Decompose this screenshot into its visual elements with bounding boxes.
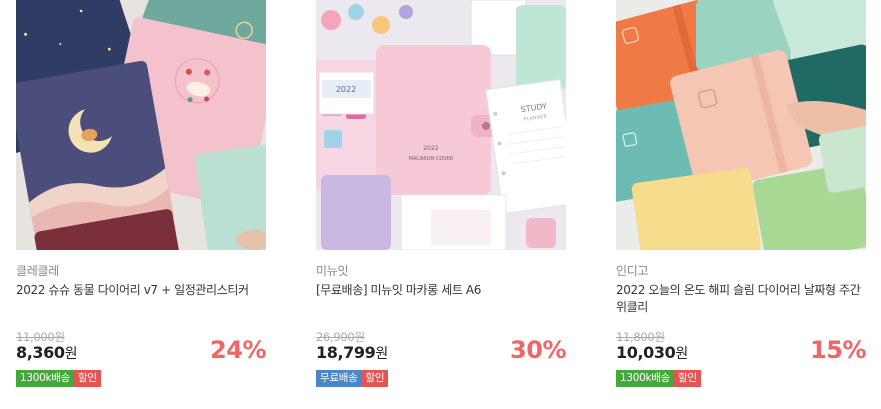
product-card[interactable]: 클레클레 2022 슈슈 동물 다이어리 v7 + 일정관리스티커 11,000… xyxy=(16,0,266,409)
free-shipping-badge: 무료배송 xyxy=(316,370,362,387)
product-card[interactable]: 2022 2022 MACARON COVER STUDY PLANNER 미뉴… xyxy=(316,0,566,409)
discount-rate: 24% xyxy=(210,336,266,364)
brand-name[interactable]: 클레클레 xyxy=(16,262,59,279)
currency-unit: 원 xyxy=(64,346,78,362)
brand-name[interactable]: 인디고 xyxy=(616,262,649,279)
product-title[interactable]: [무료배송] 미뉴잇 마카롱 세트 A6 xyxy=(316,282,568,299)
currency-unit: 원 xyxy=(675,346,688,362)
product-title[interactable]: 2022 오늘의 온도 해피 슬림 다이어리 날짜형 주간 위클리 xyxy=(616,282,868,316)
discount-badge: 할인 xyxy=(674,370,701,387)
sale-price: 18,799원 xyxy=(316,343,388,363)
badge-group: 1300k배송 할인 xyxy=(616,370,701,387)
shipping-badge: 1300k배송 xyxy=(616,370,675,387)
currency-unit: 원 xyxy=(375,346,388,362)
discount-rate: 30% xyxy=(510,336,566,364)
discount-rate: 15% xyxy=(810,336,866,364)
shipping-badge: 1300k배송 xyxy=(16,370,75,387)
product-title[interactable]: 2022 슈슈 동물 다이어리 v7 + 일정관리스티커 xyxy=(16,282,268,299)
price-value: 10,030 xyxy=(616,343,676,362)
sale-price: 8,360원 xyxy=(16,343,78,363)
price-value: 18,799 xyxy=(316,343,376,362)
product-image[interactable]: 2022 2022 MACARON COVER STUDY PLANNER xyxy=(316,0,566,250)
badge-group: 1300k배송 할인 xyxy=(16,370,101,387)
cover-year-text: 2022 xyxy=(423,145,438,152)
price-value: 8,360 xyxy=(16,343,65,362)
product-card[interactable]: 인디고 2022 오늘의 온도 해피 슬림 다이어리 날짜형 주간 위클리 11… xyxy=(616,0,866,409)
discount-badge: 할인 xyxy=(361,370,389,387)
calendar-year-text: 2022 xyxy=(336,85,356,94)
cover-title-text: MACARON COVER xyxy=(409,156,454,162)
badge-group: 무료배송 할인 xyxy=(316,370,389,387)
sale-price: 10,030원 xyxy=(616,343,688,363)
product-image[interactable] xyxy=(616,0,866,250)
discount-badge: 할인 xyxy=(74,370,101,387)
product-image[interactable] xyxy=(16,0,266,250)
brand-name[interactable]: 미뉴잇 xyxy=(316,262,349,279)
